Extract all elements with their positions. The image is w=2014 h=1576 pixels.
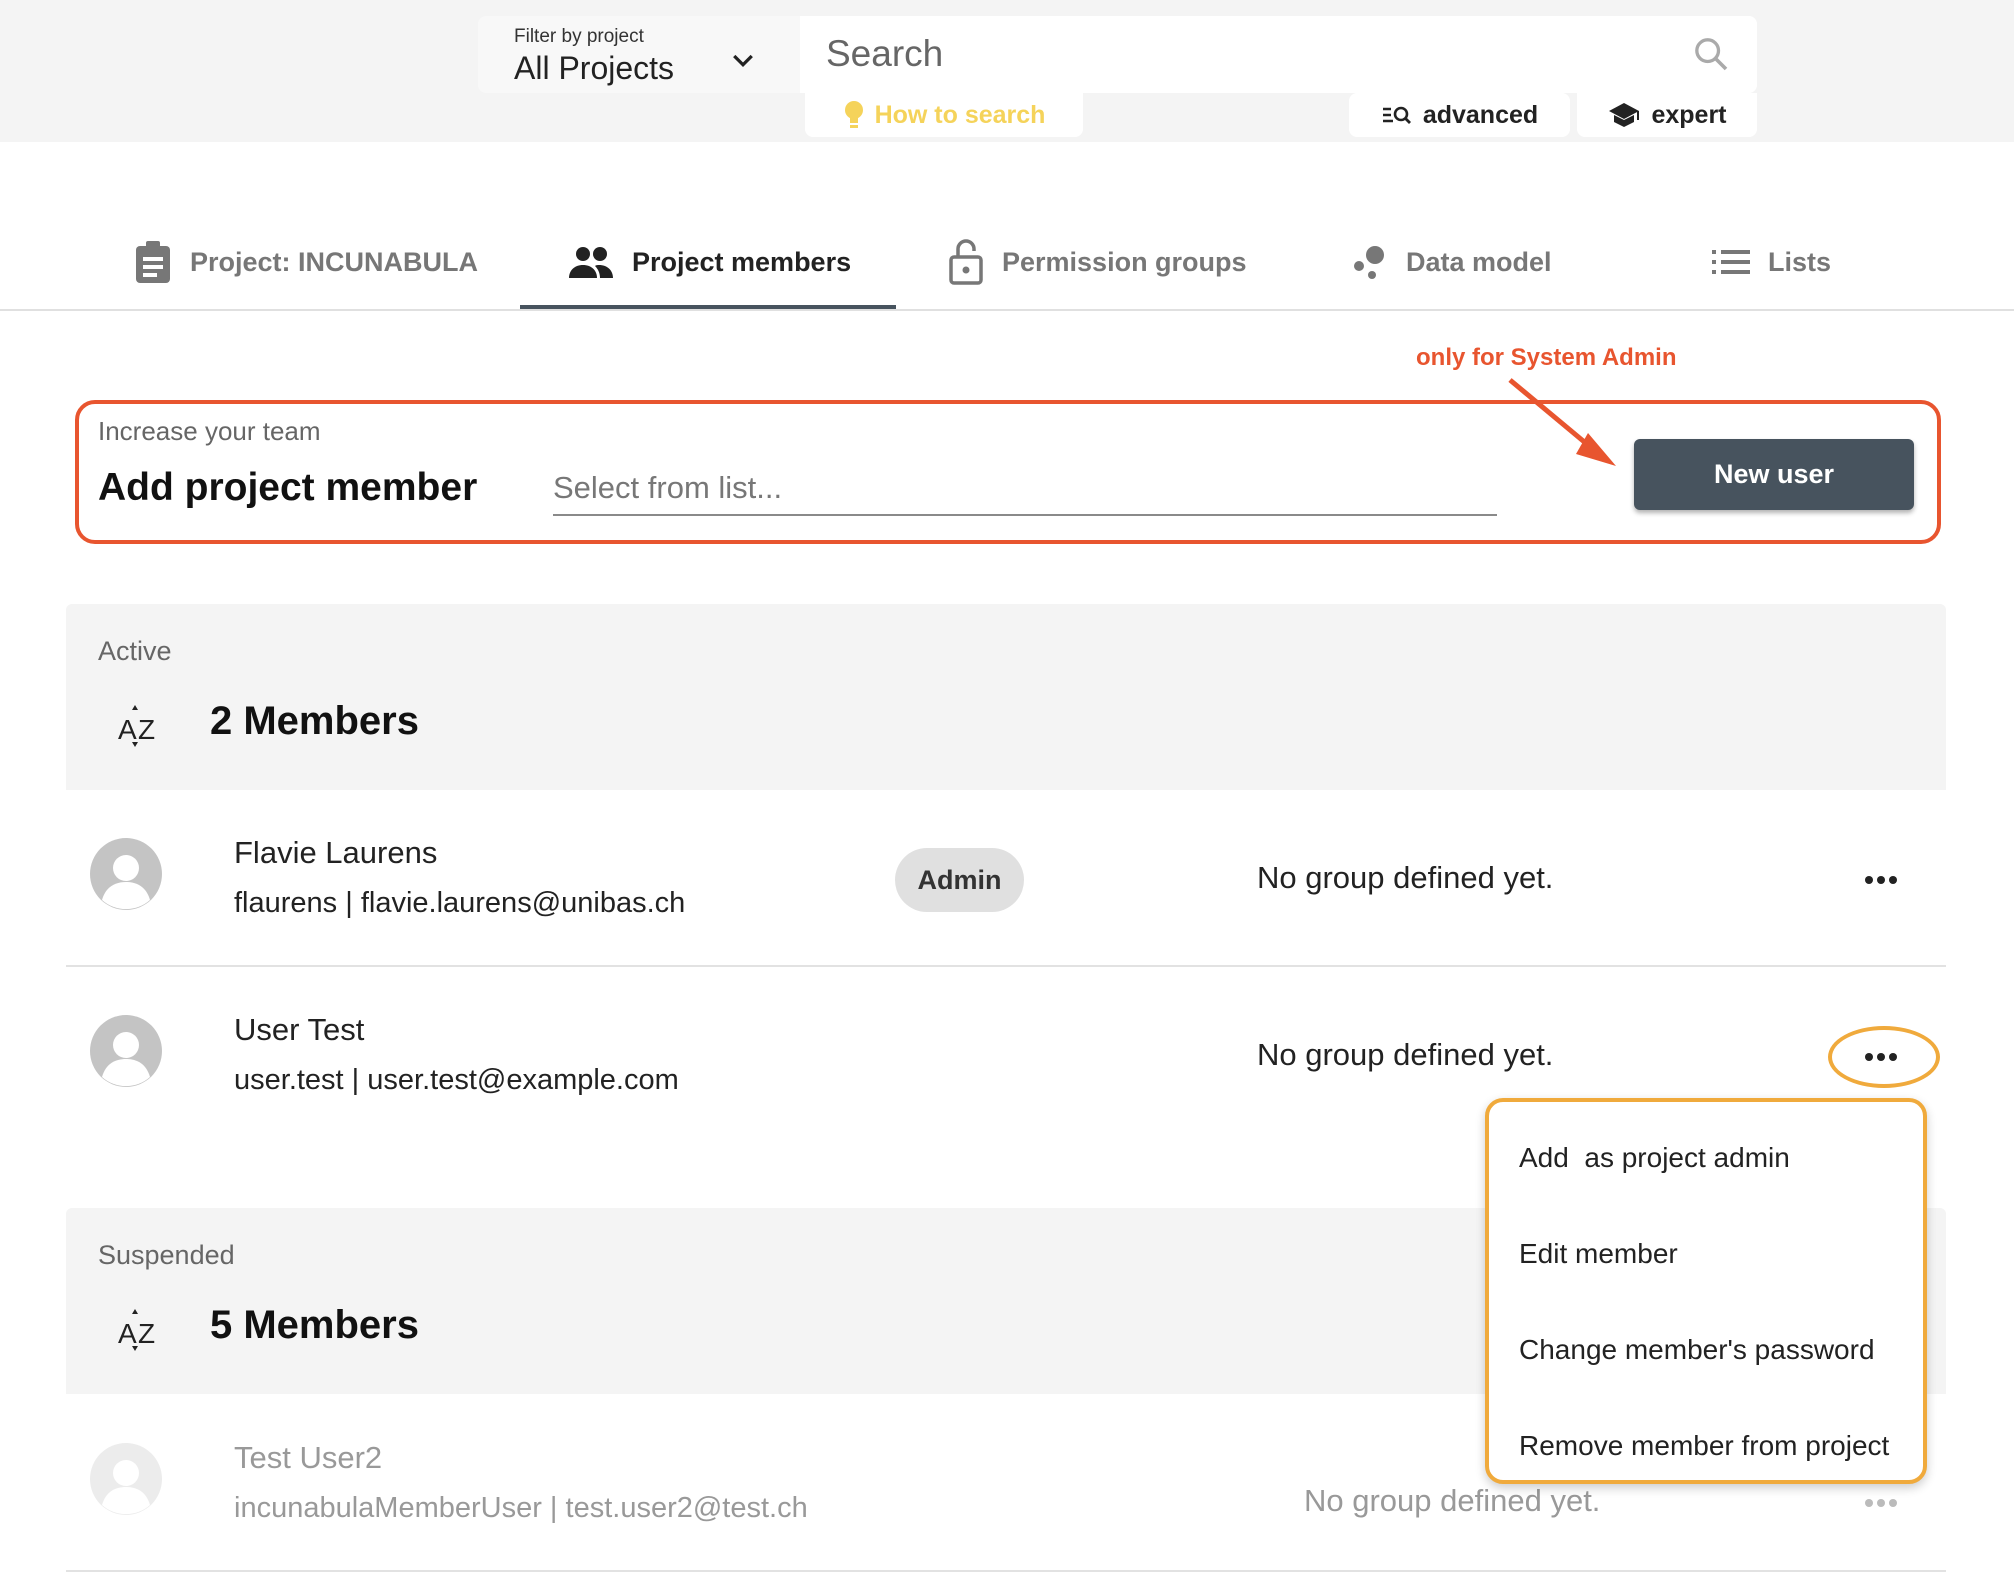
admin-badge: Admin	[895, 848, 1024, 912]
menu-item-edit-member[interactable]: Edit member	[1519, 1238, 1678, 1270]
add-member-title: Add project member	[98, 466, 478, 509]
tab-label: Permission groups	[1002, 246, 1247, 277]
tab-lists[interactable]: Lists	[1712, 215, 1831, 309]
member-count: 2 Members	[210, 699, 419, 743]
expert-search-button[interactable]: expert	[1577, 93, 1757, 137]
member-groups: No group defined yet.	[1304, 1483, 1601, 1518]
how-to-search-label: How to search	[874, 100, 1046, 129]
avatar-icon	[90, 1443, 162, 1515]
dot	[1889, 1499, 1897, 1507]
tab-label: Data model	[1406, 246, 1552, 277]
project-tabs: Project: INCUNABULA Project members Perm…	[0, 215, 2014, 311]
advanced-label: advanced	[1422, 100, 1539, 129]
member-select-input[interactable]	[553, 462, 1497, 514]
member-count: 5 Members	[210, 1303, 419, 1347]
filter-label: Filter by project	[514, 26, 644, 47]
advanced-search-button[interactable]: advanced	[1349, 93, 1570, 137]
menu-item-remove-member[interactable]: Remove member from project	[1519, 1430, 1889, 1462]
member-name: Flavie Laurens	[234, 835, 438, 870]
svg-text:Z: Z	[138, 714, 155, 745]
add-member-subtitle: Increase your team	[98, 416, 321, 446]
tab-project-members[interactable]: Project members	[568, 215, 851, 309]
advanced-search-icon	[1382, 106, 1411, 124]
avatar-icon	[90, 1015, 162, 1087]
sort-az-icon[interactable]: AZ	[116, 699, 160, 749]
svg-text:Z: Z	[138, 1318, 155, 1349]
member-username-email: incunabulaMemberUser | test.user2@test.c…	[234, 1492, 808, 1524]
dot	[1889, 876, 1897, 884]
graduation-cap-icon	[1609, 103, 1640, 127]
expert-label: expert	[1651, 100, 1727, 129]
list-icon	[1712, 250, 1750, 274]
new-user-button[interactable]: New user	[1634, 439, 1914, 510]
section-label: Active	[98, 636, 172, 666]
project-filter[interactable]: Filter by project All Projects	[478, 16, 800, 93]
svg-text:A: A	[118, 714, 137, 745]
member-name: User Test	[234, 1012, 365, 1047]
active-section-header: Active AZ 2 Members	[66, 604, 1946, 790]
annotation-note: only for System Admin	[1416, 344, 1677, 371]
menu-item-add-admin[interactable]: Add as project admin	[1519, 1142, 1790, 1174]
search-input[interactable]	[826, 30, 1646, 78]
dot	[1877, 876, 1885, 884]
how-to-search-button[interactable]: How to search	[805, 93, 1083, 137]
tab-label: Lists	[1768, 246, 1832, 277]
more-options-button[interactable]	[1856, 1483, 1906, 1523]
active-tab-indicator	[520, 305, 896, 309]
chevron-down-icon[interactable]	[728, 46, 758, 76]
member-groups: No group defined yet.	[1257, 860, 1554, 895]
lock-icon	[949, 239, 983, 285]
sort-az-icon[interactable]: AZ	[116, 1303, 160, 1353]
menu-item-change-password[interactable]: Change member's password	[1519, 1334, 1875, 1366]
avatar-icon	[90, 838, 162, 910]
member-name: Test User2	[234, 1440, 383, 1475]
member-row: Flavie Laurens flaurens | flavie.laurens…	[66, 790, 1946, 967]
member-groups: No group defined yet.	[1257, 1037, 1554, 1072]
tab-project[interactable]: Project: INCUNABULA	[134, 215, 478, 309]
filter-value[interactable]: All Projects	[514, 50, 674, 87]
bubbles-icon	[1354, 246, 1384, 279]
member-select-field[interactable]	[553, 462, 1497, 516]
section-label: Suspended	[98, 1240, 235, 1270]
annotation-highlight-ring	[1828, 1026, 1940, 1088]
clipboard-icon	[136, 241, 170, 283]
tab-label: Project: INCUNABULA	[190, 246, 479, 277]
member-username-email: user.test | user.test@example.com	[234, 1064, 679, 1096]
svg-text:A: A	[118, 1318, 137, 1349]
member-context-menu: Add as project admin Edit member Change …	[1485, 1098, 1927, 1484]
tab-data-model[interactable]: Data model	[1352, 215, 1552, 309]
tab-permission-groups[interactable]: Permission groups	[948, 215, 1247, 309]
search-box	[800, 16, 1757, 93]
dot	[1865, 876, 1873, 884]
search-icon[interactable]	[1691, 34, 1731, 74]
lightbulb-icon	[844, 101, 863, 128]
people-icon	[569, 247, 613, 278]
member-username-email: flaurens | flavie.laurens@unibas.ch	[234, 887, 686, 919]
dot	[1865, 1499, 1873, 1507]
dot	[1877, 1499, 1885, 1507]
more-options-button[interactable]	[1856, 860, 1906, 900]
tab-label: Project members	[632, 246, 852, 277]
